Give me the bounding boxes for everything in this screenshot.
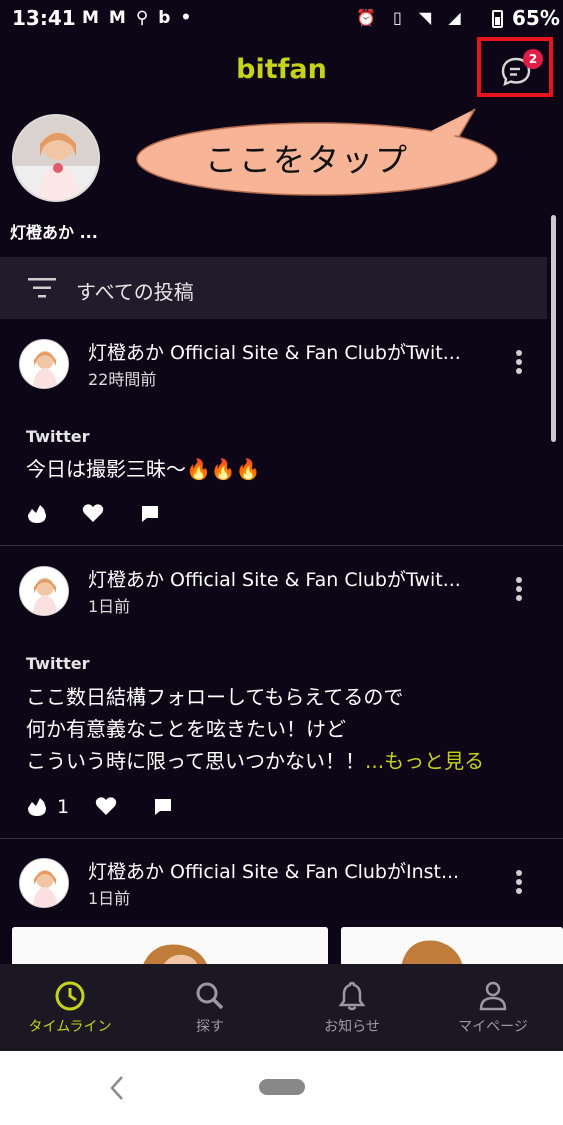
story-avatar[interactable]: [12, 114, 100, 202]
nav-timeline[interactable]: タイムライン: [0, 964, 140, 1051]
story-name: 灯橙あか ...: [10, 223, 98, 242]
battery-percent: 65%: [512, 6, 560, 30]
status-bar: 13:41 MM⚲b• ⏰ ▯ ◥ ◢ 65%: [0, 0, 563, 38]
cheer-icon[interactable]: [26, 796, 48, 818]
post-body: ここ数日結構フォローしてもらえてるので 何か有意義なことを呟きたい！けど こうい…: [26, 681, 484, 777]
post-body-line: こういう時に限って思いつかない！！...もっと見る: [26, 745, 484, 777]
system-icons: ⏰ ▯ ◥ ◢: [356, 8, 467, 27]
post-avatar[interactable]: [19, 858, 69, 908]
post-avatar[interactable]: [19, 339, 69, 389]
nav-label: 探す: [196, 1019, 224, 1035]
post-photo[interactable]: [12, 927, 328, 967]
divider: [0, 545, 563, 546]
unread-badge: 2: [523, 49, 543, 69]
notification-icons: MM⚲b•: [82, 8, 201, 28]
comment-icon[interactable]: [141, 505, 159, 523]
status-time: 13:41: [12, 6, 76, 30]
filter-label: すべての投稿: [76, 280, 194, 304]
back-icon[interactable]: [108, 1074, 126, 1102]
gmail-icon: M: [82, 8, 109, 28]
post-title[interactable]: 灯橙あか Official Site & Fan ClubがTwit...: [88, 565, 483, 592]
battery-icon: [492, 10, 503, 28]
post-body-line: ここ数日結構フォローしてもらえてるので: [26, 685, 404, 709]
home-button[interactable]: [259, 1079, 305, 1095]
post-time: 22時間前: [88, 370, 157, 389]
bottom-navigation: タイムライン 探す お知らせ マイページ: [0, 964, 563, 1051]
more-options-icon[interactable]: [509, 870, 529, 900]
post-time: 1日前: [88, 889, 131, 908]
like-icon[interactable]: [82, 503, 104, 523]
post-body-line: 今日は撮影三昧〜🔥🔥🔥: [26, 457, 261, 481]
app-b-icon: b: [158, 8, 181, 28]
scrollbar[interactable]: [551, 215, 556, 442]
read-more-link[interactable]: ...もっと見る: [365, 749, 484, 773]
gmail-icon: M: [108, 8, 136, 28]
vibrate-icon: ▯: [393, 8, 408, 27]
nav-label: マイページ: [458, 1019, 528, 1035]
callout-text: ここをタップ: [205, 141, 410, 179]
photo-image: [341, 927, 563, 967]
post-time: 1日前: [88, 597, 131, 616]
cheer-count: 1: [57, 796, 70, 818]
dot-icon: •: [180, 8, 202, 28]
more-options-icon[interactable]: [509, 350, 529, 380]
avatar-photo: [20, 567, 68, 615]
nav-label: タイムライン: [28, 1019, 112, 1035]
post-source: Twitter: [26, 654, 90, 673]
like-icon[interactable]: [95, 796, 117, 816]
divider: [0, 838, 563, 839]
search-icon: [196, 982, 224, 1010]
post-photo[interactable]: [341, 927, 563, 967]
post-title[interactable]: 灯橙あか Official Site & Fan ClubがInst...: [88, 857, 483, 884]
nav-label: お知らせ: [324, 1019, 380, 1035]
clock-icon: [55, 981, 85, 1011]
avatar-photo: [20, 340, 68, 388]
nav-notifications[interactable]: お知らせ: [282, 964, 422, 1051]
messages-button[interactable]: 2: [477, 37, 553, 97]
filter-icon: [28, 278, 56, 298]
avatar-photo: [14, 116, 98, 200]
nav-search[interactable]: 探す: [140, 964, 280, 1051]
post-title[interactable]: 灯橙あか Official Site & Fan ClubがTwit...: [88, 338, 483, 365]
more-options-icon[interactable]: [509, 577, 529, 607]
photo-image: [12, 927, 328, 967]
wifi-icon: ◥: [418, 8, 438, 27]
alarm-icon: ⏰: [356, 8, 382, 27]
maps-icon: ⚲: [135, 8, 159, 28]
nav-mypage[interactable]: マイページ: [423, 964, 563, 1051]
post-body: 今日は撮影三昧〜🔥🔥🔥: [26, 453, 261, 485]
avatar-photo: [20, 859, 68, 907]
signal-icon: ◢: [448, 8, 467, 27]
filter-bar[interactable]: すべての投稿: [0, 257, 547, 319]
person-icon: [479, 981, 507, 1011]
post-avatar[interactable]: [19, 566, 69, 616]
post-body-line: 何か有意義なことを呟きたい！けど: [26, 717, 346, 741]
cheer-icon[interactable]: [26, 503, 48, 525]
comment-icon[interactable]: [154, 798, 172, 816]
bell-icon: [338, 981, 366, 1011]
post-body-text: こういう時に限って思いつかない！！: [26, 749, 365, 773]
post-source: Twitter: [26, 427, 90, 446]
